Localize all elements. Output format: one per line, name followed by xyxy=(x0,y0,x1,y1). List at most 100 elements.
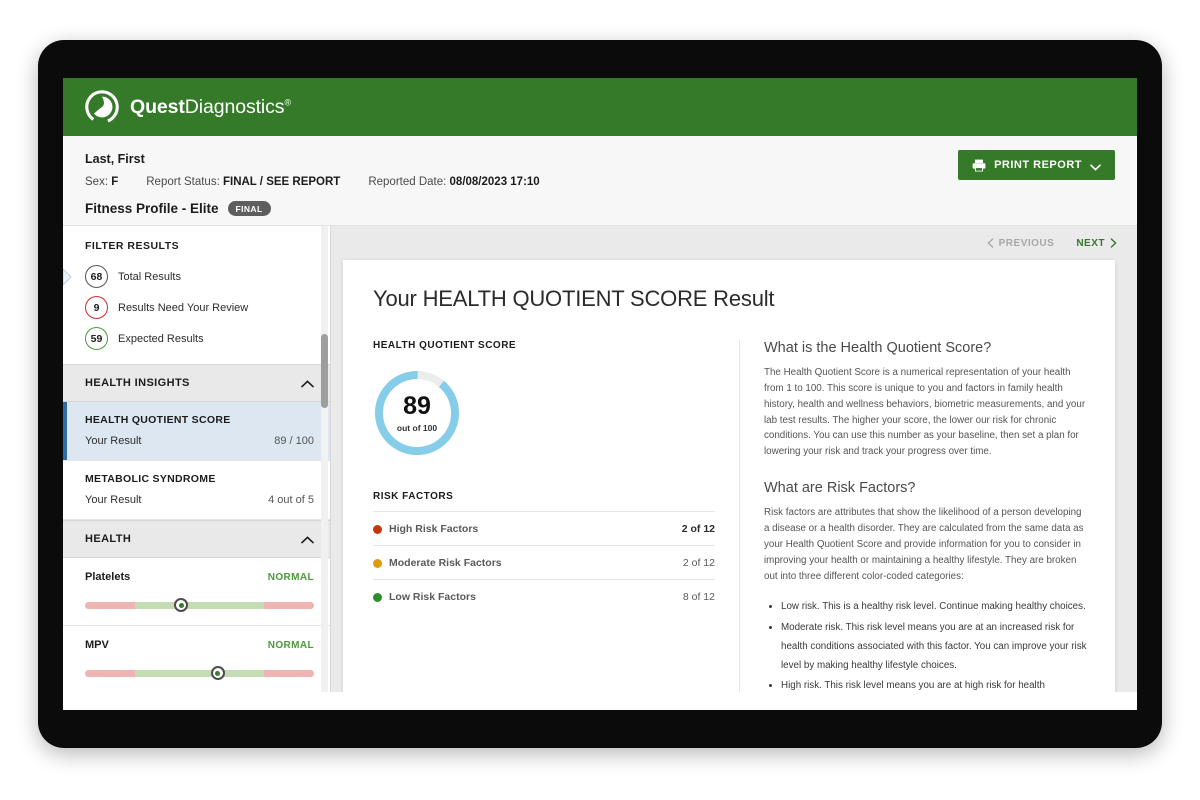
filter-results-heading: FILTER RESULTS xyxy=(63,226,330,261)
print-report-button[interactable]: PRINT REPORT xyxy=(958,150,1115,180)
range-marker xyxy=(174,598,188,612)
chevron-up-icon xyxy=(301,379,314,387)
page-title: Your HEALTH QUOTIENT SCORE Result xyxy=(343,286,1115,312)
risk-factors-label: RISK FACTORS xyxy=(373,491,715,502)
risk-level-dot-icon xyxy=(373,559,382,568)
biomarker-range-bar xyxy=(85,596,314,614)
next-label: NEXT xyxy=(1076,238,1105,249)
biomarker-header: MPV NORMAL xyxy=(85,639,314,651)
range-marker xyxy=(211,666,225,680)
sidebar-scrollbar-thumb[interactable] xyxy=(321,334,328,408)
result-navigation: PREVIOUS NEXT xyxy=(331,226,1137,260)
biomarker-status: NORMAL xyxy=(268,572,314,583)
score-value: 89 xyxy=(403,394,431,419)
filter-count-badge: 59 xyxy=(85,327,108,350)
list-item: High risk. This risk level means you are… xyxy=(781,676,1087,692)
range-high-segment xyxy=(264,670,314,677)
filter-count-badge: 68 xyxy=(85,265,108,288)
risk-factor-row-high: High Risk Factors 2 of 12 xyxy=(373,511,715,545)
filter-label: Total Results xyxy=(118,271,181,283)
brand-name-bold: Quest xyxy=(130,96,185,118)
profile-title: Fitness Profile - Elite xyxy=(85,201,219,216)
risk-factors-list: High Risk Factors 2 of 12 Moderate Risk … xyxy=(373,511,715,613)
tablet-frame: QuestDiagnostics® Last, First Sex: F Rep… xyxy=(38,40,1162,748)
sidebar-section-health[interactable]: HEALTH xyxy=(63,520,330,558)
sidebar-item-label: Your Result xyxy=(85,494,141,506)
sidebar-item-value: 4 out of 5 xyxy=(268,494,314,506)
filter-label: Expected Results xyxy=(118,333,204,345)
explanation-heading-score: What is the Health Quotient Score? xyxy=(764,340,1087,356)
sex-label: Sex: xyxy=(85,176,108,188)
registered-mark: ® xyxy=(284,97,291,107)
range-track xyxy=(85,670,314,677)
sidebar-item-health-quotient-score[interactable]: HEALTH QUOTIENT SCORE Your Result 89 / 1… xyxy=(63,402,330,461)
sidebar-item-title: METABOLIC SYNDROME xyxy=(85,473,314,485)
explanation-paragraph-risk: Risk factors are attributes that show th… xyxy=(764,505,1087,584)
risk-level-dot-icon xyxy=(373,525,382,534)
explanation-paragraph-score: The Health Quotient Score is a numerical… xyxy=(764,365,1087,460)
chevron-left-icon xyxy=(987,238,994,248)
range-track xyxy=(85,602,314,609)
app-screen: QuestDiagnostics® Last, First Sex: F Rep… xyxy=(63,78,1137,710)
selected-pointer-icon xyxy=(63,268,77,286)
filter-item-expected-results[interactable]: 59 Expected Results xyxy=(63,323,330,354)
biomarker-row-mpv[interactable]: MPV NORMAL xyxy=(63,626,330,692)
sidebar-item-label: Your Result xyxy=(85,435,141,447)
reported-date-value: 08/08/2023 17:10 xyxy=(450,176,540,188)
chevron-up-icon xyxy=(301,535,314,543)
risk-level-bullet-list: Low risk. This is a healthy risk level. … xyxy=(764,597,1087,692)
sidebar-item-title: HEALTH QUOTIENT SCORE xyxy=(85,414,314,426)
range-high-segment xyxy=(264,602,314,609)
risk-factor-value: 2 of 12 xyxy=(683,557,715,569)
result-card: Your HEALTH QUOTIENT SCORE Result HEALTH… xyxy=(343,260,1115,692)
result-columns: HEALTH QUOTIENT SCORE 89 out of 100 xyxy=(343,340,1115,692)
quest-swirl-logo-icon xyxy=(85,90,119,124)
risk-factor-name-group: High Risk Factors xyxy=(373,523,478,535)
biomarker-name: MPV xyxy=(85,639,109,651)
section-title: HEALTH INSIGHTS xyxy=(85,377,190,389)
range-low-segment xyxy=(85,602,135,609)
sidebar-section-health-insights[interactable]: HEALTH INSIGHTS xyxy=(63,364,330,402)
profile-title-row: Fitness Profile - Elite FINAL xyxy=(85,201,1115,216)
sidebar-item-value: 89 / 100 xyxy=(274,435,314,447)
section-title: HEALTH xyxy=(85,533,131,545)
filter-item-needs-review[interactable]: 9 Results Need Your Review xyxy=(63,292,330,323)
sidebar-item-result-row: Your Result 4 out of 5 xyxy=(85,494,314,506)
brand-header: QuestDiagnostics® xyxy=(63,78,1137,136)
range-low-segment xyxy=(85,670,135,677)
app-body: FILTER RESULTS 68 Total Results 9 Result… xyxy=(63,226,1137,692)
next-result-button[interactable]: NEXT xyxy=(1076,238,1117,249)
explanation-column: What is the Health Quotient Score? The H… xyxy=(739,340,1115,692)
results-sidebar: FILTER RESULTS 68 Total Results 9 Result… xyxy=(63,226,331,692)
biomarker-header: Platelets NORMAL xyxy=(85,571,314,583)
filter-label: Results Need Your Review xyxy=(118,302,248,314)
sex-value: F xyxy=(111,176,118,188)
brand-name-light: Diagnostics xyxy=(185,96,285,118)
previous-result-button[interactable]: PREVIOUS xyxy=(987,238,1055,249)
reported-date-label: Reported Date: xyxy=(368,176,446,188)
score-column: HEALTH QUOTIENT SCORE 89 out of 100 xyxy=(343,340,739,692)
list-item: Low risk. This is a healthy risk level. … xyxy=(781,597,1087,616)
biomarker-range-bar xyxy=(85,664,314,682)
filter-count-badge: 9 xyxy=(85,296,108,319)
risk-factor-name: Moderate Risk Factors xyxy=(389,557,502,569)
biomarker-status: NORMAL xyxy=(268,640,314,651)
previous-label: PREVIOUS xyxy=(999,238,1055,249)
sidebar-item-metabolic-syndrome[interactable]: METABOLIC SYNDROME Your Result 4 out of … xyxy=(63,461,330,520)
chevron-right-icon xyxy=(1110,238,1117,248)
biomarker-row-platelets[interactable]: Platelets NORMAL xyxy=(63,558,330,626)
sidebar-scrollbar-track[interactable] xyxy=(321,226,328,692)
risk-factor-name: Low Risk Factors xyxy=(389,591,476,603)
risk-factor-row-moderate: Moderate Risk Factors 2 of 12 xyxy=(373,545,715,579)
risk-level-dot-icon xyxy=(373,593,382,602)
biomarker-name: Platelets xyxy=(85,571,130,583)
reported-date: Reported Date: 08/08/2023 17:10 xyxy=(368,176,539,188)
chevron-down-icon xyxy=(1090,162,1101,169)
sidebar-item-result-row: Your Result 89 / 100 xyxy=(85,435,314,447)
score-gauge-wrapper: 89 out of 100 xyxy=(373,369,715,457)
report-status-value: FINAL / SEE REPORT xyxy=(223,176,340,188)
explanation-heading-risk: What are Risk Factors? xyxy=(764,480,1087,496)
filter-item-total-results[interactable]: 68 Total Results xyxy=(63,261,330,292)
score-donut-chart: 89 out of 100 xyxy=(373,369,461,457)
score-section-label: HEALTH QUOTIENT SCORE xyxy=(373,340,715,351)
